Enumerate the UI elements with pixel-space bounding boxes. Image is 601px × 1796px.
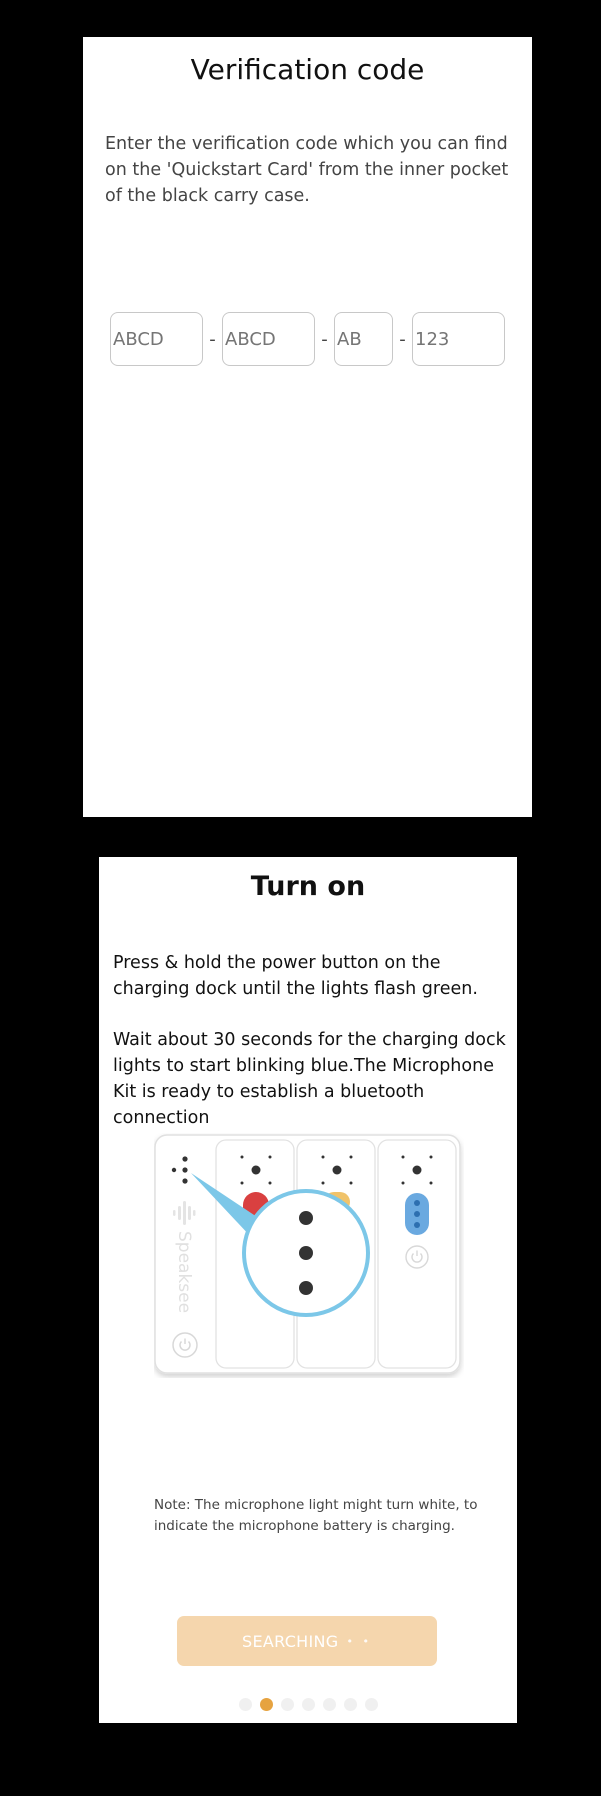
- page-dot: [364, 1698, 378, 1711]
- page-dot: [322, 1698, 336, 1711]
- code-separator: -: [209, 328, 216, 350]
- code-separator: -: [321, 328, 328, 350]
- loading-dots-icon: • •: [346, 1634, 372, 1648]
- brand-text: Speaksee: [174, 1231, 194, 1313]
- instruction-paragraph-2: Wait about 30 seconds for the charging d…: [113, 1030, 506, 1128]
- verification-description: Enter the verification code which you ca…: [105, 134, 509, 206]
- battery-note: Note: The microphone light might turn wh…: [154, 1497, 478, 1534]
- page-title: Turn on: [250, 871, 366, 902]
- instruction-paragraph-1: Press & hold the power button on the cha…: [113, 953, 478, 999]
- code-field-4[interactable]: [412, 312, 505, 366]
- verification-code-row: - - -: [110, 312, 505, 366]
- code-field-2[interactable]: [222, 312, 315, 366]
- page-indicator: [99, 1698, 517, 1711]
- page-dot: [301, 1698, 315, 1711]
- page-dot-active: [259, 1698, 273, 1711]
- charging-dock-illustration: Speaksee: [154, 1133, 464, 1378]
- charging-dock-image: Speaksee: [154, 1134, 461, 1374]
- turn-on-screen: Turn on Press & hold the power button on…: [99, 857, 517, 1723]
- page-dot: [280, 1698, 294, 1711]
- verification-screen: Verification code Enter the verification…: [83, 37, 532, 817]
- page-dot: [238, 1698, 252, 1711]
- code-field-1[interactable]: [110, 312, 203, 366]
- page-title: Verification code: [190, 53, 425, 86]
- code-separator: -: [399, 328, 406, 350]
- searching-button[interactable]: SEARCHING • •: [177, 1616, 437, 1666]
- code-field-3[interactable]: [334, 312, 393, 366]
- page-dot: [343, 1698, 357, 1711]
- searching-label: SEARCHING: [241, 1631, 339, 1651]
